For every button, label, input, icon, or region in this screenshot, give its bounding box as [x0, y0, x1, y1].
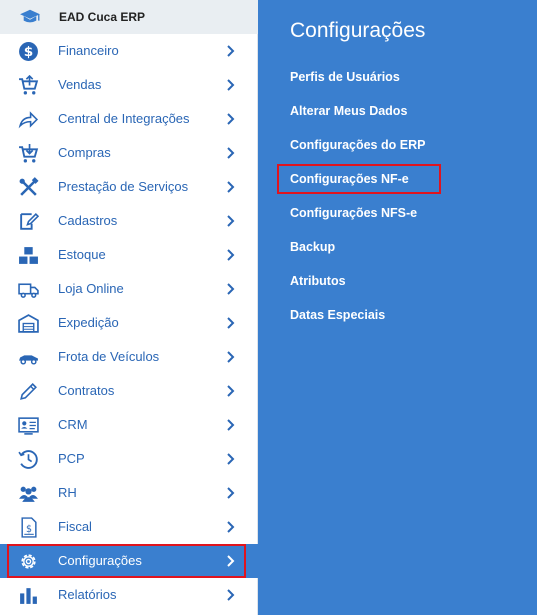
sidebar-item-expedicao[interactable]: Expedição — [0, 306, 258, 340]
sidebar-item-label: Prestação de Serviços — [58, 179, 189, 194]
chevron-right-icon — [227, 487, 235, 499]
sidebar-item-prestacao-de-servicos[interactable]: Prestação de Serviços — [0, 170, 258, 204]
sidebar-header[interactable]: EAD Cuca ERP — [0, 0, 258, 34]
chevron-right-icon — [227, 45, 235, 57]
sidebar-item-label: Cadastros — [58, 213, 118, 228]
sidebar-item-label: Central de Integrações — [58, 111, 190, 126]
chevron-right-icon — [227, 113, 235, 125]
sidebar-item-label: Vendas — [58, 77, 102, 92]
sidebar-item-estoque[interactable]: Estoque — [0, 238, 258, 272]
cart-icon — [19, 75, 39, 95]
car-icon — [19, 355, 38, 365]
chevron-right-icon — [227, 521, 235, 533]
chevron-right-icon — [227, 589, 235, 601]
svg-text:$: $ — [24, 44, 34, 60]
sidebar-item-label: Financeiro — [58, 43, 119, 58]
chevron-right-icon — [227, 351, 235, 363]
sidebar-item-label: Contratos — [58, 383, 115, 398]
truck-icon — [18, 283, 39, 298]
sidebar-item-label: CRM — [58, 417, 88, 432]
edit-icon — [20, 213, 39, 230]
warehouse-icon — [18, 314, 39, 333]
submenu-panel: Configurações Perfis de Usuários Alterar… — [258, 0, 537, 615]
app-name: EAD Cuca ERP — [59, 10, 146, 24]
share-icon — [18, 111, 39, 129]
users-icon — [19, 486, 38, 502]
bar-chart-icon — [20, 588, 37, 604]
panel-title: Configurações — [290, 19, 426, 42]
chevron-right-icon — [227, 317, 235, 329]
sidebar: EAD Cuca ERP $ Financeiro Vendas Central… — [0, 0, 258, 615]
sidebar-item-label: Relatórios — [58, 587, 117, 602]
sidebar-item-label: Loja Online — [58, 281, 124, 296]
link-datas-especiais[interactable]: Datas Especiais — [290, 308, 385, 322]
chevron-right-icon — [227, 181, 235, 193]
clock-icon — [18, 450, 38, 469]
tools-icon — [19, 177, 39, 196]
chevron-right-icon — [227, 385, 235, 397]
sidebar-item-frota-de-veiculos[interactable]: Frota de Veículos — [0, 340, 258, 374]
link-atributos[interactable]: Atributos — [290, 274, 346, 288]
crm-icon — [18, 417, 39, 435]
link-backup[interactable]: Backup — [290, 240, 335, 254]
sidebar-item-label: Expedição — [58, 315, 119, 330]
sidebar-item-label: Fiscal — [58, 519, 92, 534]
chevron-right-icon — [227, 283, 235, 295]
sidebar-item-fiscal[interactable]: $ Fiscal — [0, 510, 258, 544]
link-configuracoes-nfse[interactable]: Configurações NFS-e — [290, 206, 417, 220]
sidebar-item-compras[interactable]: Compras — [0, 136, 258, 170]
link-perfis-de-usuarios[interactable]: Perfis de Usuários — [290, 70, 400, 84]
graduation-cap-icon — [20, 9, 40, 23]
sidebar-item-label: Compras — [58, 145, 111, 160]
sidebar-item-rh[interactable]: RH — [0, 476, 258, 510]
sidebar-item-relatorios[interactable]: Relatórios — [0, 578, 258, 612]
chevron-right-icon — [227, 249, 235, 261]
pencil-icon — [20, 383, 37, 400]
chevron-right-icon — [227, 453, 235, 465]
svg-text:$: $ — [26, 524, 32, 535]
sidebar-item-label: Estoque — [58, 247, 106, 262]
sidebar-item-vendas[interactable]: Vendas — [0, 68, 258, 102]
chevron-right-icon — [227, 215, 235, 227]
sidebar-item-loja-online[interactable]: Loja Online — [0, 272, 258, 306]
sidebar-item-financeiro[interactable]: $ Financeiro — [0, 34, 258, 68]
chevron-right-icon — [227, 147, 235, 159]
cart-icon — [19, 144, 39, 163]
gear-icon — [21, 554, 36, 569]
link-alterar-meus-dados[interactable]: Alterar Meus Dados — [290, 104, 407, 118]
sidebar-item-configuracoes[interactable]: Configurações — [0, 544, 258, 578]
chevron-right-icon — [227, 79, 235, 91]
sidebar-item-cadastros[interactable]: Cadastros — [0, 204, 258, 238]
sidebar-item-label: RH — [58, 485, 77, 500]
document-icon: $ — [21, 517, 37, 538]
link-configuracoes-nfe[interactable]: Configurações NF-e — [290, 172, 409, 186]
chevron-right-icon — [227, 555, 235, 567]
sidebar-item-contratos[interactable]: Contratos — [0, 374, 258, 408]
sidebar-item-label: Configurações — [58, 553, 142, 568]
sidebar-item-label: PCP — [58, 451, 85, 466]
chevron-right-icon — [227, 419, 235, 431]
boxes-icon — [19, 247, 38, 264]
sidebar-item-central-de-integracoes[interactable]: Central de Integrações — [0, 102, 258, 136]
sidebar-item-crm[interactable]: CRM — [0, 408, 258, 442]
link-configuracoes-do-erp[interactable]: Configurações do ERP — [290, 138, 425, 152]
sidebar-item-pcp[interactable]: PCP — [0, 442, 258, 476]
sidebar-item-label: Frota de Veículos — [58, 349, 160, 364]
dollar-icon: $ — [19, 42, 38, 61]
